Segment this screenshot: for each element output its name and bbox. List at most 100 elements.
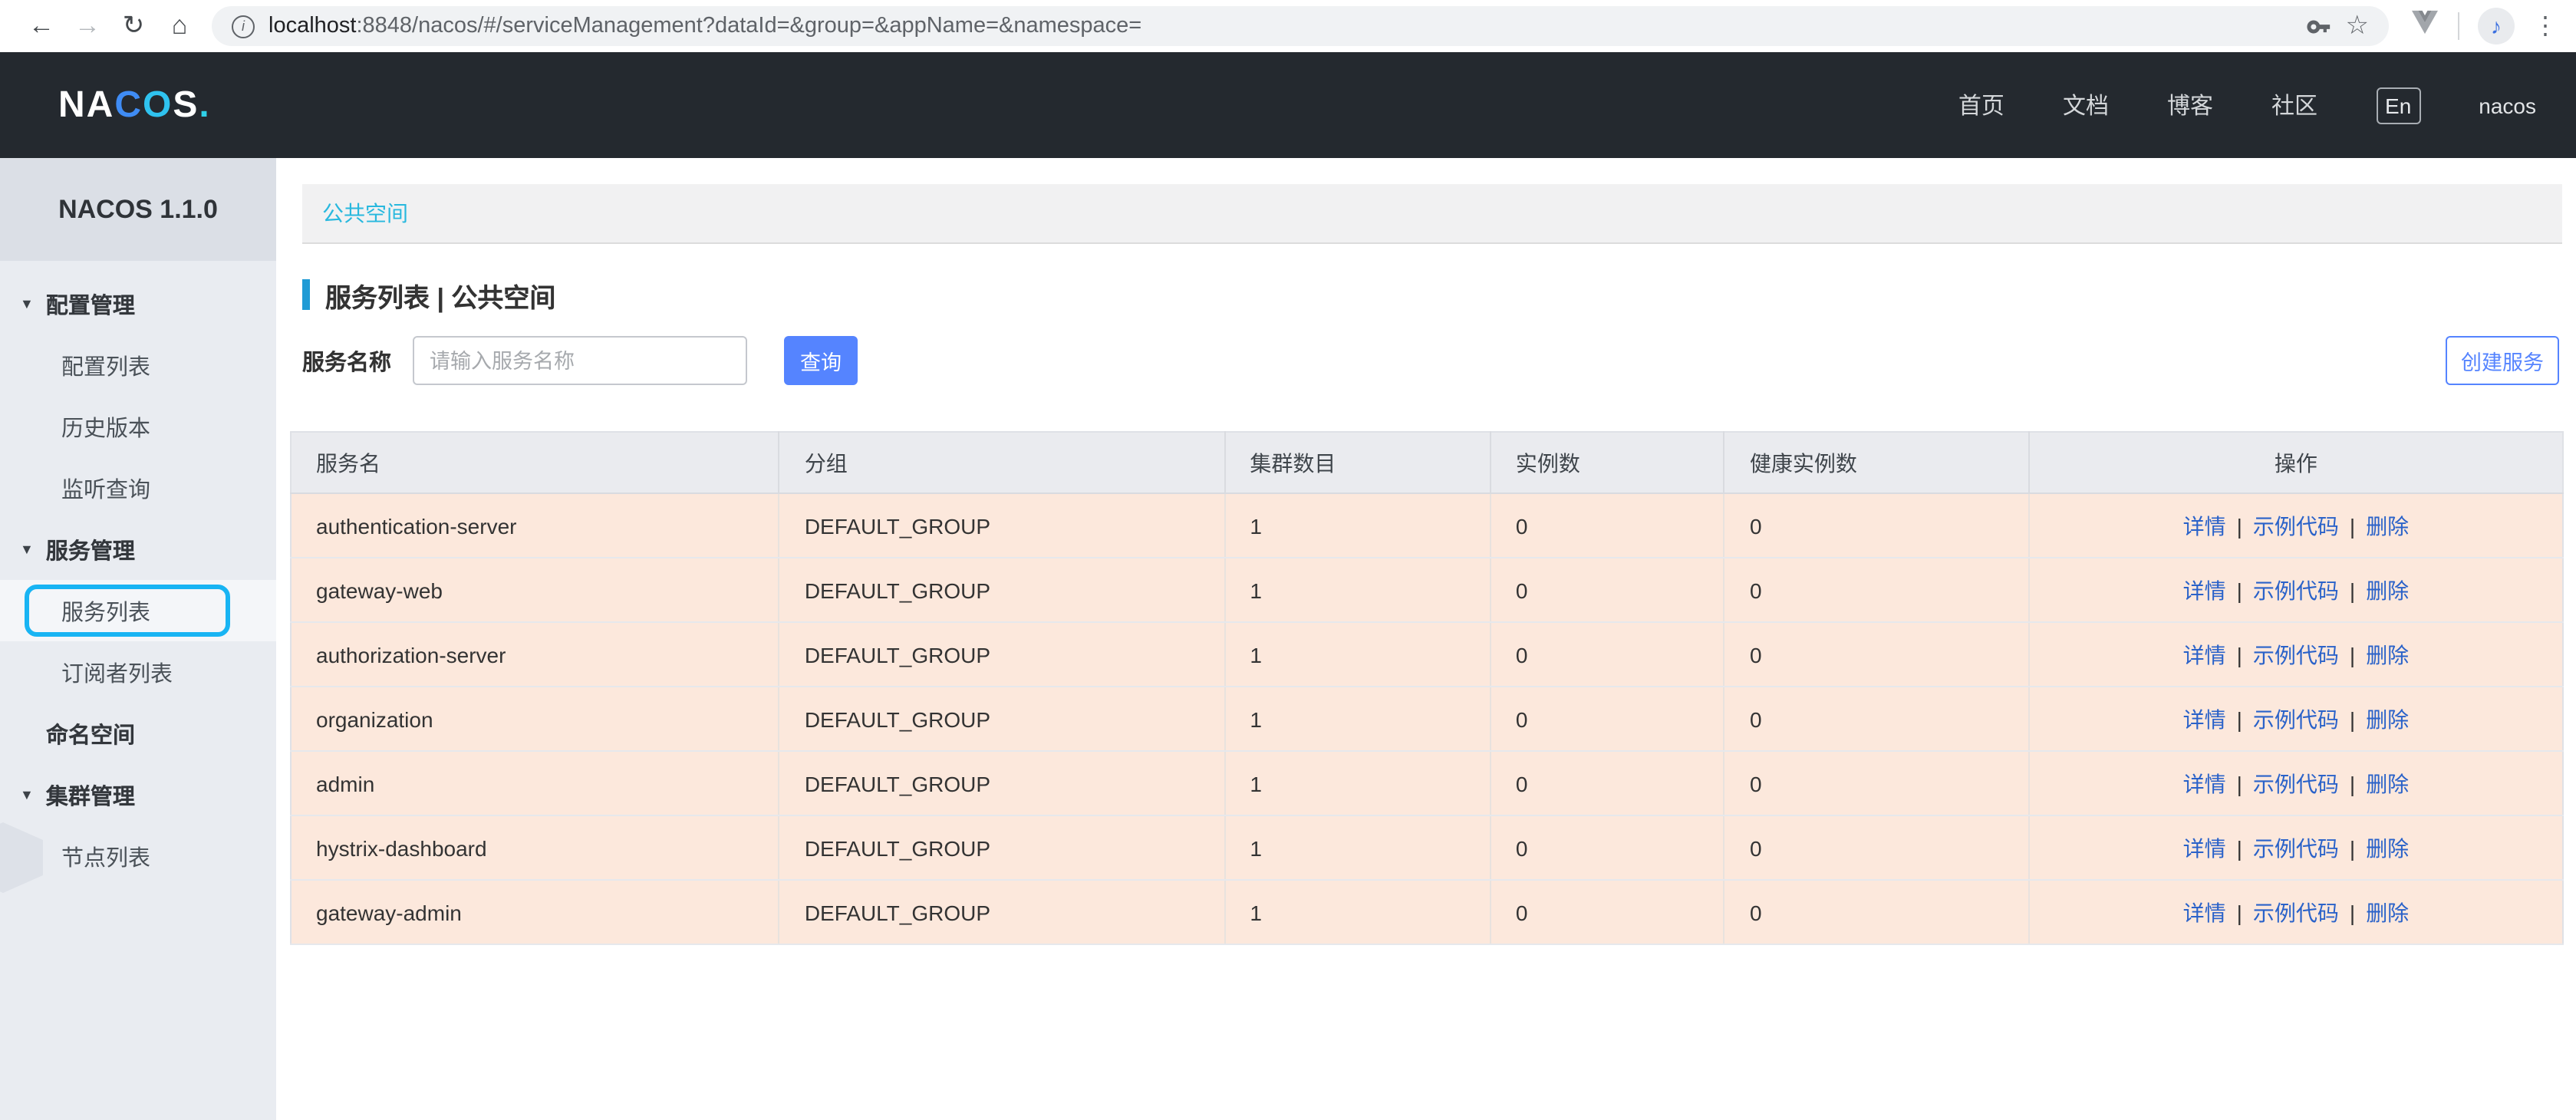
cell-clusters: 1: [1224, 880, 1491, 944]
sample-code-link[interactable]: 示例代码: [2253, 578, 2339, 602]
cell-operations: 详情 | 示例代码 | 删除: [2029, 493, 2563, 558]
language-toggle[interactable]: En: [2376, 87, 2420, 124]
cell-instances: 0: [1491, 493, 1724, 558]
detail-link[interactable]: 详情: [2183, 771, 2226, 796]
detail-link[interactable]: 详情: [2183, 642, 2226, 667]
header-group: 分组: [779, 432, 1225, 493]
sidebar-item-配置列表[interactable]: 配置列表: [0, 334, 276, 396]
address-bar[interactable]: i localhost:8848/nacos/#/serviceManageme…: [212, 6, 2389, 46]
service-table: 服务名 分组 集群数目 实例数 健康实例数 操作 authentication-…: [290, 431, 2564, 945]
detail-link[interactable]: 详情: [2183, 707, 2226, 731]
sidebar-version: NACOS 1.1.0: [0, 158, 276, 261]
sidebar-item-label: 监听查询: [61, 472, 150, 504]
sidebar-item-label: 集群管理: [46, 779, 135, 811]
sample-code-link[interactable]: 示例代码: [2253, 900, 2339, 924]
delete-link[interactable]: 删除: [2366, 771, 2409, 796]
cell-name: gateway-admin: [291, 880, 779, 944]
caret-down-icon: ▼: [20, 787, 34, 802]
action-separator: |: [2350, 771, 2355, 796]
sidebar-item-命名空间[interactable]: 命名空间: [0, 703, 276, 764]
cell-instances: 0: [1491, 687, 1724, 751]
sample-code-link[interactable]: 示例代码: [2253, 707, 2339, 731]
sidebar-item-label: 节点列表: [61, 840, 150, 872]
cell-clusters: 1: [1224, 493, 1491, 558]
music-extension-icon[interactable]: ♪: [2478, 8, 2515, 44]
header-instance-count: 实例数: [1491, 432, 1724, 493]
url-host: localhost: [268, 14, 356, 38]
cell-operations: 详情 | 示例代码 | 删除: [2029, 880, 2563, 944]
back-icon[interactable]: ←: [18, 11, 64, 41]
action-separator: |: [2350, 578, 2355, 602]
cell-group: DEFAULT_GROUP: [779, 880, 1225, 944]
detail-link[interactable]: 详情: [2183, 835, 2226, 860]
logo-o: O: [143, 84, 173, 125]
nacos-logo[interactable]: NACOS.: [58, 84, 211, 127]
cell-group: DEFAULT_GROUP: [779, 751, 1225, 815]
sample-code-link[interactable]: 示例代码: [2253, 771, 2339, 796]
delete-link[interactable]: 删除: [2366, 900, 2409, 924]
action-separator: |: [2350, 835, 2355, 860]
sample-code-link[interactable]: 示例代码: [2253, 642, 2339, 667]
browser-window: ← → ↻ ⌂ i localhost:8848/nacos/#/service…: [0, 0, 2576, 1120]
sidebar-item-label: 服务列表: [61, 595, 150, 627]
action-separator: |: [2237, 513, 2242, 538]
sidebar-item-服务管理[interactable]: ▼服务管理: [0, 519, 276, 580]
main-content: 公共空间 服务列表 | 公共空间 服务名称 查询 创建服务 服务名 分组 集群数…: [276, 158, 2576, 1120]
cell-healthy: 0: [1724, 880, 2029, 944]
forward-icon[interactable]: →: [64, 11, 110, 41]
browser-menu-icon[interactable]: ⋮: [2533, 11, 2558, 41]
service-name-input[interactable]: [413, 336, 747, 385]
nav-home[interactable]: 首页: [1958, 89, 2004, 121]
detail-link[interactable]: 详情: [2183, 578, 2226, 602]
table-row: authentication-serverDEFAULT_GROUP100详情|…: [291, 493, 2563, 558]
sidebar-item-历史版本[interactable]: 历史版本: [0, 396, 276, 457]
cell-healthy: 0: [1724, 751, 2029, 815]
delete-link[interactable]: 删除: [2366, 707, 2409, 731]
create-service-button[interactable]: 创建服务: [2446, 336, 2559, 385]
cell-name: authorization-server: [291, 622, 779, 687]
delete-link[interactable]: 删除: [2366, 578, 2409, 602]
cell-clusters: 1: [1224, 815, 1491, 880]
reload-icon[interactable]: ↻: [110, 11, 156, 41]
cell-name: organization: [291, 687, 779, 751]
header-operations: 操作: [2029, 432, 2563, 493]
action-separator: |: [2350, 513, 2355, 538]
nav-blog[interactable]: 博客: [2167, 89, 2213, 121]
username-label[interactable]: nacos: [2479, 93, 2536, 117]
delete-link[interactable]: 删除: [2366, 835, 2409, 860]
delete-link[interactable]: 删除: [2366, 642, 2409, 667]
bookmark-star-icon[interactable]: ☆: [2346, 11, 2370, 41]
sidebar-item-监听查询[interactable]: 监听查询: [0, 457, 276, 519]
logo-c: C: [114, 84, 143, 125]
sidebar-item-集群管理[interactable]: ▼ 集群管理: [0, 764, 276, 825]
sidebar-item-服务列表[interactable]: 服务列表: [0, 580, 276, 641]
sidebar-item-配置管理[interactable]: ▼配置管理: [0, 273, 276, 334]
sample-code-link[interactable]: 示例代码: [2253, 835, 2339, 860]
caret-down-icon: ▼: [20, 296, 34, 311]
delete-link[interactable]: 删除: [2366, 513, 2409, 538]
sample-code-link[interactable]: 示例代码: [2253, 513, 2339, 538]
cell-name: hystrix-dashboard: [291, 815, 779, 880]
detail-link[interactable]: 详情: [2183, 900, 2226, 924]
sidebar: NACOS 1.1.0 ▼配置管理配置列表历史版本监听查询 ▼服务管理服务列表订阅…: [0, 158, 276, 1120]
title-accent-bar: [302, 279, 310, 310]
cell-group: DEFAULT_GROUP: [779, 493, 1225, 558]
site-info-icon[interactable]: i: [232, 15, 255, 38]
password-key-icon[interactable]: [2306, 13, 2332, 39]
vue-devtools-icon[interactable]: [2410, 9, 2439, 43]
detail-link[interactable]: 详情: [2183, 513, 2226, 538]
nav-community[interactable]: 社区: [2271, 89, 2317, 121]
query-button[interactable]: 查询: [784, 336, 858, 385]
url-text[interactable]: localhost:8848/nacos/#/serviceManagement…: [268, 14, 1141, 38]
sidebar-item-订阅者列表[interactable]: 订阅者列表: [0, 641, 276, 703]
action-separator: |: [2237, 900, 2242, 924]
breadcrumb-namespace-link[interactable]: 公共空间: [322, 198, 408, 229]
table-row: hystrix-dashboardDEFAULT_GROUP100详情|示例代码…: [291, 815, 2563, 880]
cell-clusters: 1: [1224, 558, 1491, 622]
cell-operations: 详情|示例代码|删除: [2029, 687, 2563, 751]
home-icon[interactable]: ⌂: [156, 11, 203, 41]
nav-docs[interactable]: 文档: [2063, 89, 2109, 121]
action-separator: |: [2350, 900, 2355, 924]
cell-clusters: 1: [1224, 687, 1491, 751]
page-title: 服务列表 | 公共空间: [325, 275, 555, 314]
